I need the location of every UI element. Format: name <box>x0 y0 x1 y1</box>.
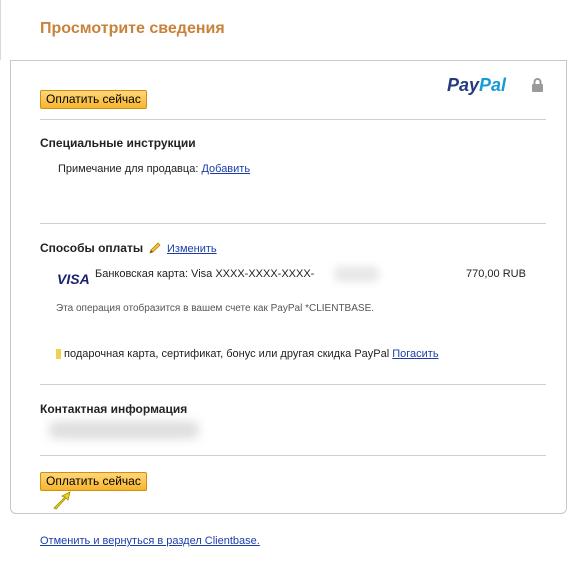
add-note-link[interactable]: Добавить <box>201 163 250 175</box>
cancel-return-link[interactable]: Отменить и вернуться в раздел Clientbase… <box>40 535 260 547</box>
masked-card-digits <box>334 266 379 282</box>
pointer-cursor-icon <box>53 491 71 510</box>
divider <box>40 455 546 456</box>
payment-methods-title: Способы оплаты <box>40 241 144 255</box>
gift-card-icon <box>56 349 61 359</box>
special-instructions-title: Специальные инструкции <box>40 136 196 150</box>
divider <box>40 384 546 385</box>
paypal-logo-part1: Pay <box>447 75 480 95</box>
review-panel: Оплатить сейчас PayPal Специальные инстр… <box>10 60 567 514</box>
pay-now-button-top[interactable]: Оплатить сейчас <box>40 90 147 109</box>
edit-payment-link[interactable]: Изменить <box>167 243 217 255</box>
page-title: Просмотрите сведения <box>40 20 225 37</box>
gift-card-text: подарочная карта, сертификат, бонус или … <box>64 348 390 360</box>
page-header: Просмотрите сведения <box>0 0 567 60</box>
masked-contact-info <box>49 421 199 439</box>
statement-note: Эта операция отобразится в вашем счете к… <box>56 303 375 314</box>
gift-card-row: подарочная карта, сертификат, бонус или … <box>64 348 439 360</box>
seller-note-label: Примечание для продавца: <box>58 163 199 175</box>
paypal-logo: PayPal <box>447 75 506 96</box>
visa-card-icon: VISA <box>57 271 90 287</box>
payment-amount: 770,00 RUB <box>466 268 526 280</box>
lock-icon <box>532 78 543 92</box>
card-label: Банковская карта: Visa XXXX-XXXX-XXXX- <box>95 268 315 280</box>
seller-note-row: Примечание для продавца: Добавить <box>58 163 250 175</box>
pencil-icon <box>149 242 161 254</box>
divider <box>40 119 546 120</box>
divider <box>40 223 546 224</box>
redeem-link[interactable]: Погасить <box>392 348 438 360</box>
page: Просмотрите сведения Оплатить сейчас Pay… <box>0 0 571 562</box>
contact-info-title: Контактная информация <box>40 402 188 416</box>
edit-payment-wrap: Изменить <box>167 243 217 255</box>
cancel-wrap: Отменить и вернуться в раздел Clientbase… <box>40 531 260 549</box>
paypal-logo-part2: Pal <box>479 75 507 95</box>
